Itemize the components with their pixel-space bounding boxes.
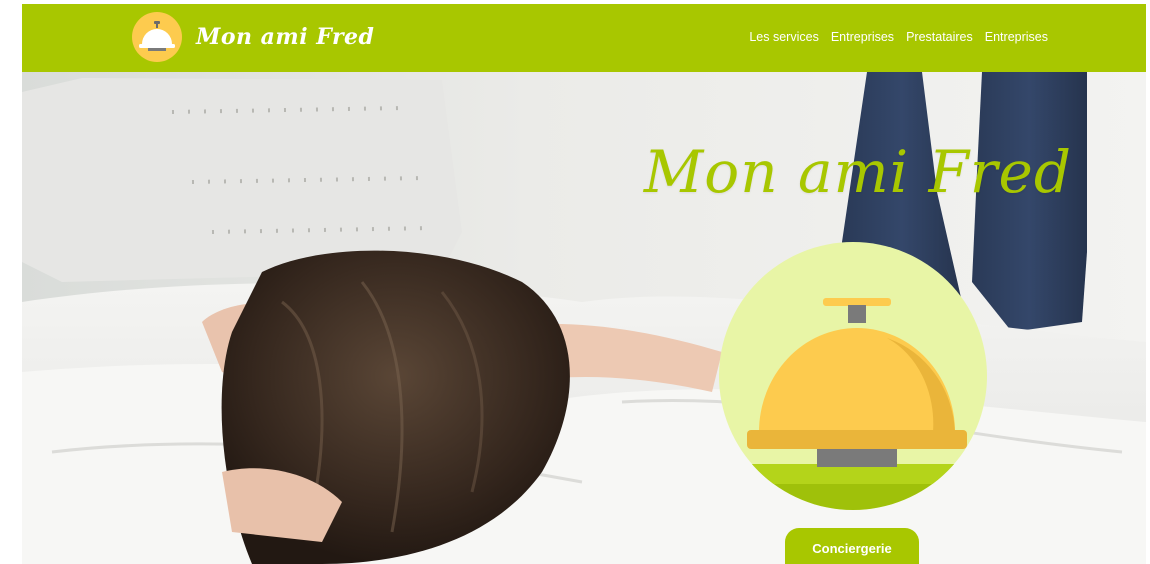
nav-link-prestataires[interactable]: Prestataires — [906, 30, 973, 44]
hero-title: Mon ami Fred — [643, 138, 1072, 206]
nav-link-entreprises[interactable]: Entreprises — [831, 30, 894, 44]
nav-link-les-services[interactable]: Les services — [749, 30, 818, 44]
navbar: Mon ami Fred Les services Entreprises Pr… — [22, 4, 1146, 72]
hero-section: Mon ami Fred Conciergerie — [22, 72, 1146, 564]
service-bell-icon — [132, 12, 182, 62]
nav-link-entreprises-2[interactable]: Entreprises — [985, 30, 1048, 44]
main-nav: Les services Entreprises Prestataires En… — [749, 30, 1048, 44]
brand-name: Mon ami Fred — [196, 24, 375, 50]
conciergerie-button[interactable]: Conciergerie — [785, 528, 919, 564]
brand[interactable]: Mon ami Fred — [132, 12, 374, 62]
page: Mon ami Fred Les services Entreprises Pr… — [22, 4, 1146, 564]
service-bell-icon — [719, 242, 987, 510]
